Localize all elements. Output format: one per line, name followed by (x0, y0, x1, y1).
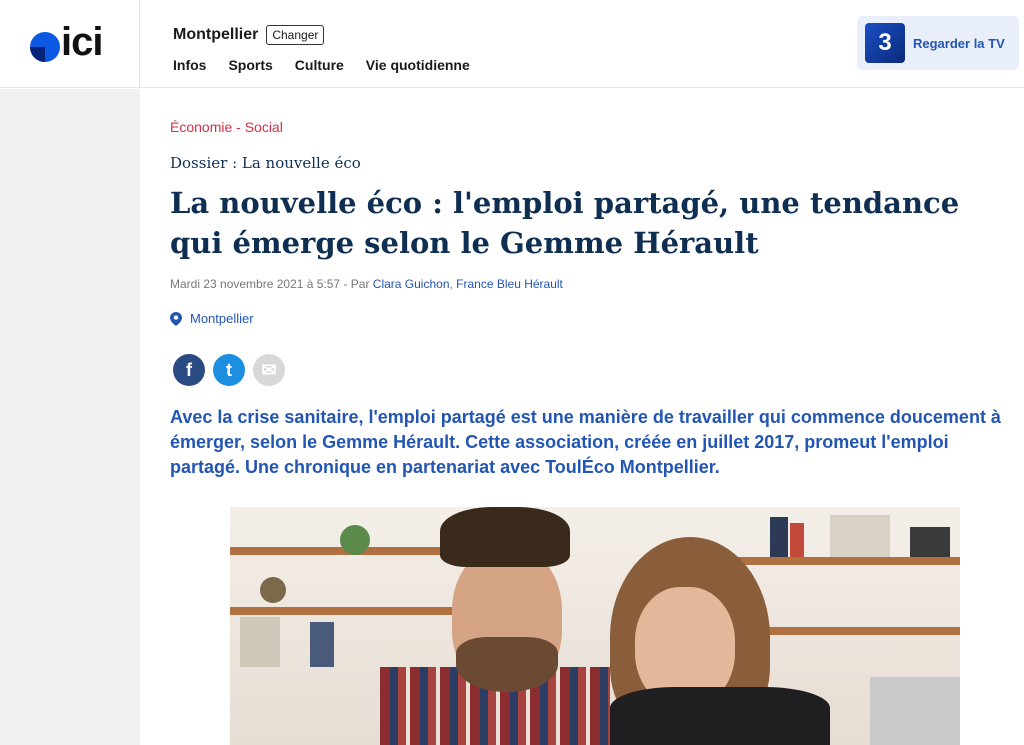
nav-item-sports[interactable]: Sports (228, 57, 272, 73)
article-meta: Mardi 23 novembre 2021 à 5:57 - Par Clar… (170, 277, 563, 291)
photo-shelf (230, 607, 490, 615)
photo-man-beard (456, 637, 558, 692)
location-label: Montpellier (190, 311, 254, 326)
france3-logo-icon: 3 (865, 23, 905, 63)
site-header: ici Montpellier Changer Infos Sports Cul… (0, 0, 1024, 88)
photo-book (310, 622, 334, 667)
photo-laptop (870, 677, 960, 745)
photo-book (240, 617, 280, 667)
article-date: Mardi 23 novembre 2021 à 5:57 - Par (170, 277, 373, 291)
photo-shelf (710, 557, 960, 565)
photo-book (910, 527, 950, 557)
logo-text: ici (61, 20, 103, 64)
ici-logo[interactable]: ici (30, 20, 112, 64)
region-selector: Montpellier Changer (173, 25, 325, 45)
photo-plant (260, 577, 286, 603)
nav-item-culture[interactable]: Culture (295, 57, 344, 73)
nav-item-vie-quotidienne[interactable]: Vie quotidienne (366, 57, 470, 73)
photo-plant (340, 525, 370, 555)
photo-man-hair (440, 507, 570, 567)
share-buttons: f t ✉ (173, 354, 285, 386)
author-link[interactable]: Clara Guichon (373, 277, 450, 291)
logo-area: ici (0, 0, 140, 88)
outlet-link[interactable]: France Bleu Hérault (456, 277, 563, 291)
facebook-icon: f (186, 359, 192, 380)
mail-icon: ✉ (261, 359, 277, 380)
nav-item-infos[interactable]: Infos (173, 57, 206, 73)
article-lead: Avec la crise sanitaire, l'emploi partag… (170, 407, 1001, 477)
article-title: La nouvelle éco : l'emploi partagé, une … (170, 186, 960, 260)
pin-icon (170, 311, 182, 326)
twitter-share-button[interactable]: t (213, 354, 245, 386)
mail-share-button[interactable]: ✉ (253, 354, 285, 386)
article-photo (230, 507, 960, 745)
left-gutter (0, 89, 140, 745)
watch-tv-label: Regarder la TV (913, 35, 1005, 51)
photo-book (830, 515, 890, 557)
logo-dot-icon (30, 32, 60, 62)
article-category[interactable]: Économie - Social (170, 119, 283, 135)
twitter-icon: t (226, 359, 232, 380)
facebook-share-button[interactable]: f (173, 354, 205, 386)
tv-badge: 3 (878, 29, 892, 56)
main-nav: Infos Sports Culture Vie quotidienne (173, 57, 470, 73)
article-dossier[interactable]: Dossier : La nouvelle éco (170, 154, 361, 172)
photo-book (770, 517, 788, 557)
photo-woman-shirt (610, 687, 830, 745)
region-name: Montpellier (173, 26, 259, 43)
article-location[interactable]: Montpellier (170, 311, 254, 326)
photo-book (790, 523, 804, 557)
watch-tv-button[interactable]: 3 Regarder la TV (857, 16, 1019, 70)
change-region-button[interactable]: Changer (266, 25, 325, 45)
